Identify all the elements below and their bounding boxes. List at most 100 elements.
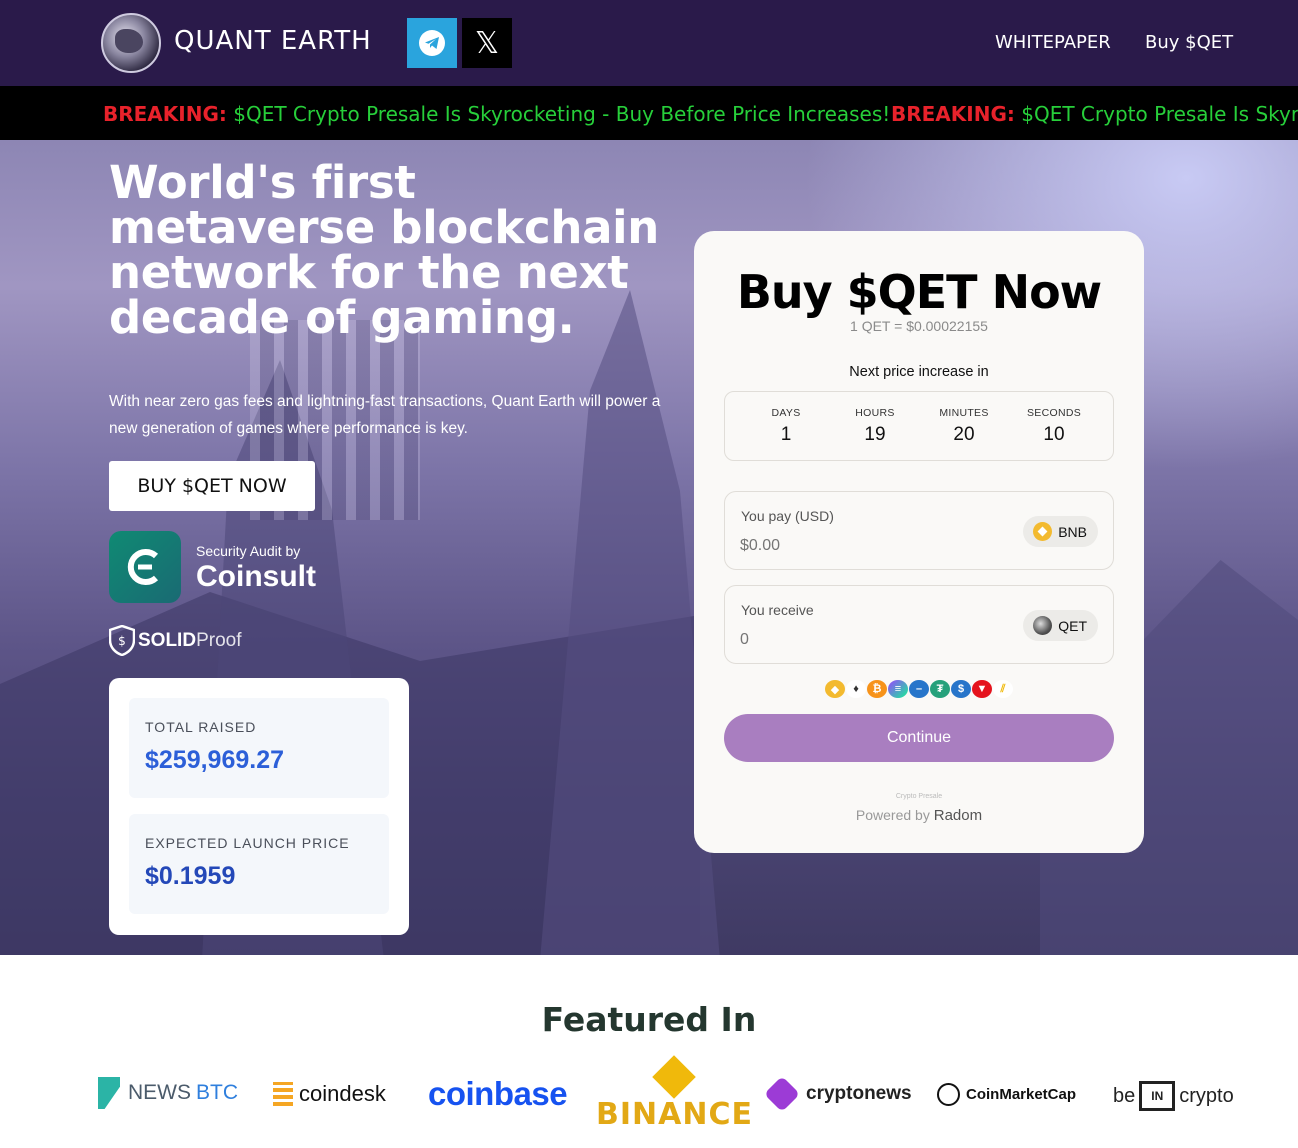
countdown-minutes: MINUTES 20 — [924, 407, 1004, 446]
ticker-label: BREAKING: — [103, 102, 227, 126]
ticker-text: $QET Crypto Presale Is Skyrock — [1021, 102, 1298, 126]
countdown-value: 10 — [1043, 424, 1065, 445]
countdown-hours: HOURS 19 — [835, 407, 915, 446]
launch-price-panel: EXPECTED LAUNCH PRICE $0.1959 — [129, 814, 389, 914]
usdc-icon[interactable]: $ — [951, 680, 971, 698]
widget-caption: Crypto Presale — [895, 793, 943, 800]
solidproof-shield-icon: $ — [109, 625, 135, 656]
binance-icon — [652, 1055, 697, 1099]
pay-field: You pay (USD) BNB — [724, 491, 1114, 570]
total-raised-label: TOTAL RAISED — [145, 719, 257, 735]
radom-brand: Radom — [933, 807, 983, 824]
newsbtc-btc-text: BTC — [196, 1081, 238, 1104]
x-icon: 𝕏 — [474, 25, 500, 61]
exchange-rate: 1 QET = $0.00022155 — [850, 318, 988, 334]
cryptonews-text: cryptonews — [806, 1083, 912, 1104]
receive-field: You receive QET — [724, 585, 1114, 664]
countdown-days: DAYS 1 — [746, 407, 826, 446]
featured-title: Featured In — [541, 1000, 757, 1039]
countdown-value: 19 — [864, 424, 886, 445]
coindesk-icon — [273, 1082, 293, 1106]
beincrypto-icon: IN — [1139, 1081, 1176, 1111]
powered-by-prefix: Powered by — [855, 807, 930, 823]
total-raised-value: $259,969.27 — [145, 746, 285, 774]
cryptonews-logo[interactable]: cryptonews — [763, 1075, 912, 1113]
binance-logo[interactable]: BINANCE — [596, 1055, 753, 1132]
coinmarketcap-icon — [937, 1083, 960, 1106]
telegram-icon — [419, 30, 445, 56]
supported-coins: ◆ ♦ ₿ ≡ – ₮ $ ▼ ⫽ — [824, 680, 1014, 698]
buy-widget: Buy $QET Now 1 QET = $0.00022155 Next pr… — [694, 231, 1144, 853]
site-header: QUANT EARTH 𝕏 WHITEPAPER Buy $QET — [0, 0, 1298, 86]
newsbtc-icon — [98, 1077, 120, 1109]
receive-token-label: QET — [1058, 617, 1087, 634]
svg-text:$: $ — [118, 634, 126, 648]
total-raised-panel: TOTAL RAISED $259,969.27 — [129, 698, 389, 798]
base-icon[interactable]: – — [909, 680, 929, 698]
binance-text: BINANCE — [596, 1097, 753, 1132]
pay-label: You pay (USD) — [741, 508, 834, 524]
sol-icon[interactable]: ≡ — [888, 680, 908, 698]
beincrypto-crypto: crypto — [1179, 1084, 1234, 1107]
launch-price-value: $0.1959 — [145, 862, 236, 890]
coinmarketcap-logo[interactable]: CoinMarketCap — [937, 1083, 1076, 1106]
widget-title: Buy $QET Now — [736, 265, 1102, 319]
eth-icon[interactable]: ♦ — [846, 680, 866, 698]
coinbase-logo[interactable]: coinbase — [428, 1075, 568, 1113]
hero-subcopy: With near zero gas fees and lightning-fa… — [109, 393, 661, 437]
qet-icon — [1033, 616, 1053, 635]
coindesk-logo[interactable]: coindesk — [273, 1081, 386, 1107]
x-button[interactable]: 𝕏 — [462, 18, 512, 68]
pay-token-label: BNB — [1058, 523, 1087, 540]
solidproof-proof: Proof — [196, 630, 242, 651]
countdown-label: SECONDS — [1026, 407, 1082, 419]
tron-icon[interactable]: ▼ — [972, 680, 992, 698]
audit-caption: Security Audit by — [196, 543, 301, 559]
nav-buy-qet[interactable]: Buy $QET — [1145, 32, 1233, 53]
brand-name[interactable]: QUANT EARTH — [174, 26, 372, 56]
countdown-timer: DAYS 1 HOURS 19 MINUTES 20 SECONDS 10 — [724, 391, 1114, 461]
pay-token-selector[interactable]: BNB — [1023, 516, 1098, 547]
solidproof-solid: SOLID — [138, 630, 197, 651]
launch-price-label: EXPECTED LAUNCH PRICE — [145, 835, 350, 851]
hero-headline: World's first metaverse blockchain netwo… — [109, 156, 659, 344]
beincrypto-be: be — [1113, 1084, 1136, 1107]
bnb-chain-icon[interactable]: ⫽ — [993, 680, 1013, 698]
ticker-text: $QET Crypto Presale Is Skyrocketing - Bu… — [233, 102, 891, 126]
audit-brand: Coinsult — [196, 560, 316, 593]
countdown-seconds: SECONDS 10 — [1014, 407, 1094, 446]
globe-logo-icon[interactable] — [101, 13, 161, 73]
receive-label: You receive — [741, 602, 814, 618]
receive-token-selector[interactable]: QET — [1023, 610, 1098, 641]
countdown-label: DAYS — [771, 407, 801, 419]
countdown-value: 1 — [780, 424, 792, 445]
countdown-value: 20 — [953, 424, 975, 445]
featured-logos: NEWS BTC coindesk coinbase BINANCE crypt… — [0, 1055, 1298, 1145]
cryptonews-icon — [763, 1075, 801, 1113]
newsbtc-text: NEWS — [128, 1081, 191, 1104]
countdown-label: HOURS — [855, 407, 895, 419]
bnb-icon — [1033, 522, 1053, 541]
nav-whitepaper[interactable]: WHITEPAPER — [995, 32, 1111, 53]
usdt-icon[interactable]: ₮ — [930, 680, 950, 698]
continue-button[interactable]: Continue — [724, 714, 1114, 762]
coindesk-text: coindesk — [299, 1081, 386, 1106]
buy-qet-now-button[interactable]: BUY $QET NOW — [109, 461, 315, 511]
countdown-label: MINUTES — [939, 407, 989, 419]
receive-amount-input[interactable] — [740, 628, 990, 652]
next-increase-label: Next price increase in — [849, 364, 989, 380]
coinmarketcap-text: CoinMarketCap — [966, 1086, 1077, 1103]
powered-by[interactable]: Powered by Radom — [694, 807, 1144, 824]
ticker-item: BREAKING: $QET Crypto Presale Is Skyrock… — [103, 102, 890, 126]
pay-amount-input[interactable] — [740, 534, 990, 558]
ticker-label: BREAKING: — [891, 102, 1015, 126]
btc-icon[interactable]: ₿ — [867, 680, 887, 698]
solidproof-logo[interactable]: SOLIDProof — [138, 630, 241, 652]
presale-stats-card: TOTAL RAISED $259,969.27 EXPECTED LAUNCH… — [109, 678, 409, 935]
coinsult-icon[interactable] — [109, 531, 181, 603]
telegram-button[interactable] — [407, 18, 457, 68]
breaking-ticker: BREAKING: $QET Crypto Presale Is Skyrock… — [0, 86, 1298, 140]
bnb-icon[interactable]: ◆ — [825, 680, 845, 698]
beincrypto-logo[interactable]: be IN crypto — [1113, 1081, 1234, 1111]
newsbtc-logo[interactable]: NEWS BTC — [98, 1077, 238, 1109]
